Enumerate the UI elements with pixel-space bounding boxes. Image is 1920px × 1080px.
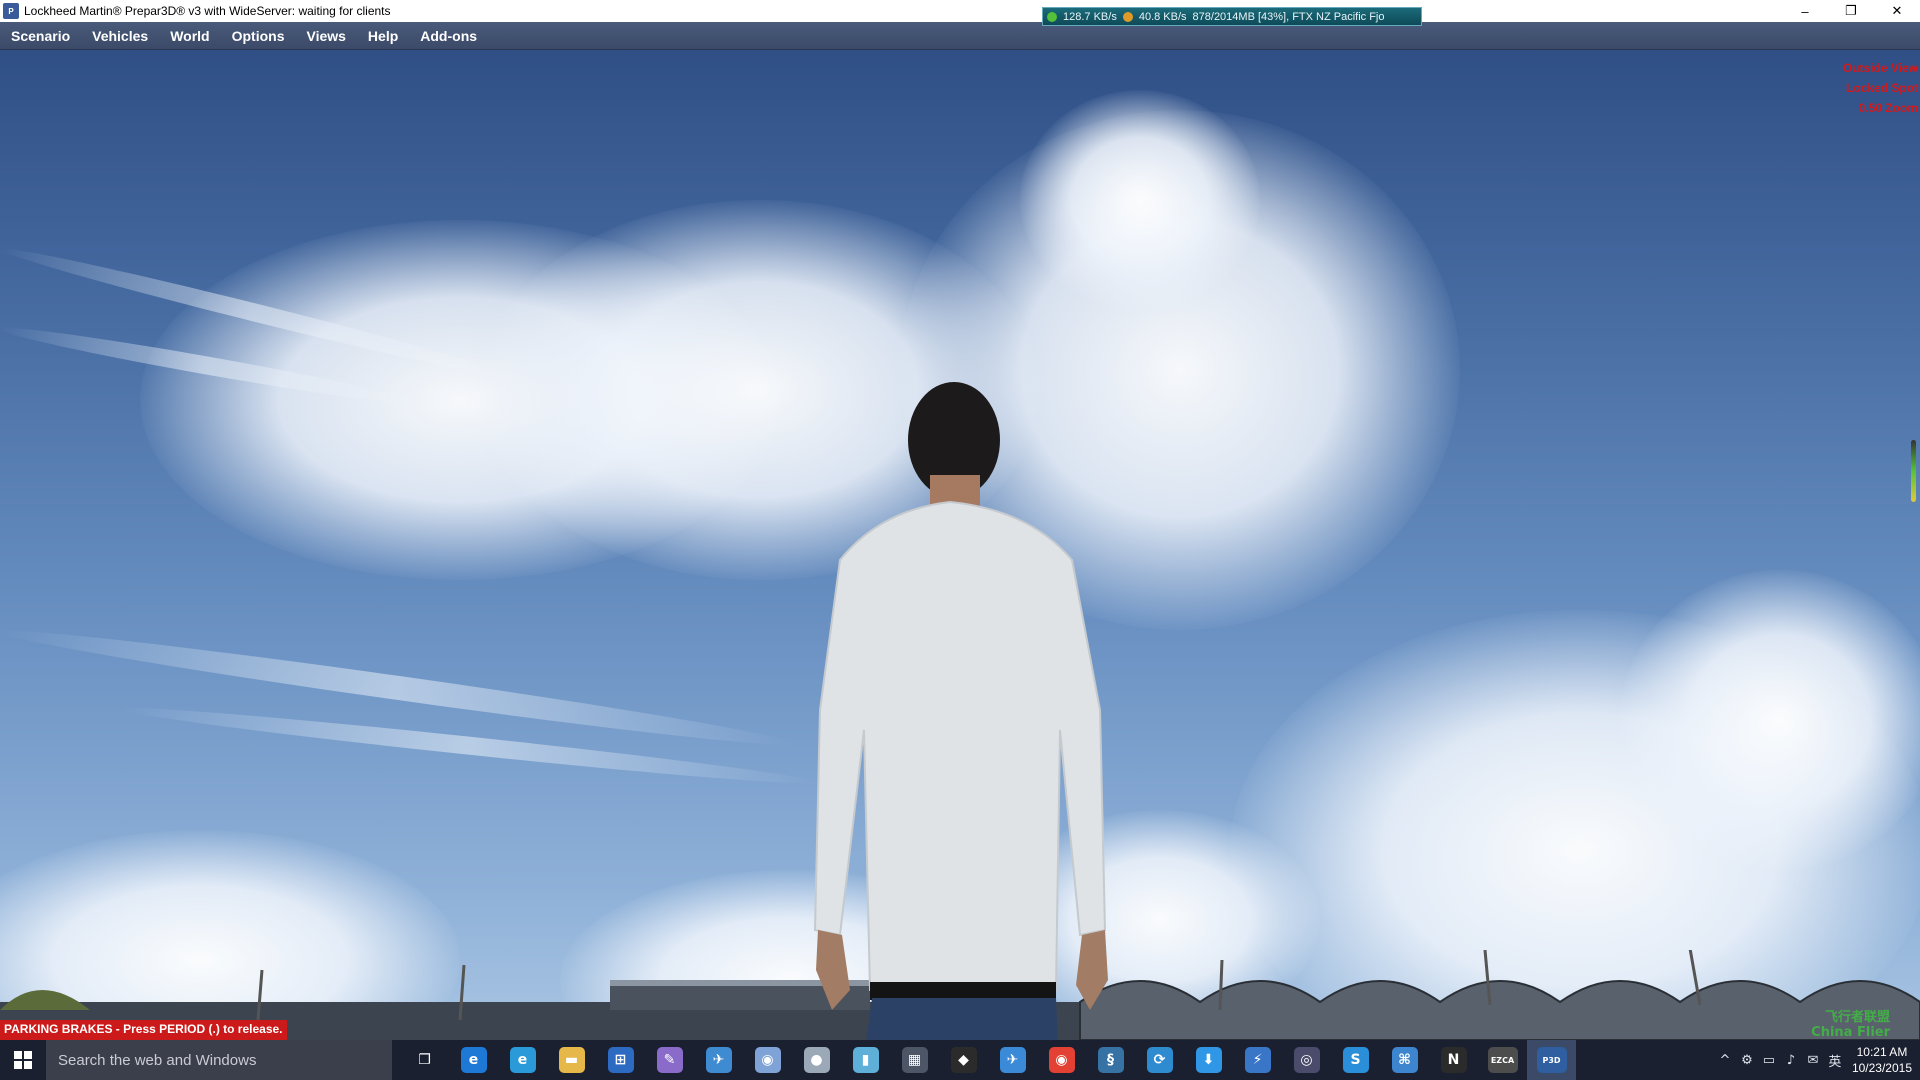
china-flier-watermark: 飞行者联盟 China Flier [1811, 1010, 1890, 1040]
cumulus-cloud [1020, 90, 1260, 310]
view-hud: Outside View Locked Spot 0.50 Zoom [1843, 58, 1918, 118]
tray-volume-icon[interactable]: ♪ [1780, 1053, 1802, 1068]
tray-settings-icon[interactable]: ⚙ [1736, 1053, 1758, 1068]
clock-date: 10/23/2015 [1851, 1061, 1912, 1075]
restore-button[interactable]: ❐ [1828, 0, 1874, 22]
network-status-strip: 128.7 KB/s 40.8 KB/s 878/2014MB [43%], F… [1042, 7, 1422, 26]
start-button[interactable] [0, 1040, 46, 1080]
simulator-viewport[interactable]: Outside View Locked Spot 0.50 Zoom [0, 50, 1920, 1040]
minimize-button[interactable]: – [1782, 0, 1828, 22]
download-speed: 128.7 KB/s [1063, 10, 1117, 23]
taskbar-chrome-button[interactable]: ◉ [1037, 1040, 1086, 1080]
cumulus-cloud [1620, 570, 1920, 870]
taskbar-edge-button[interactable]: e [449, 1040, 498, 1080]
menu-world[interactable]: World [159, 28, 220, 44]
windows-logo-icon [14, 1051, 32, 1069]
python-icon: § [1097, 1047, 1124, 1073]
prepar3d-app-icon[interactable]: P [3, 3, 19, 19]
disc-app-icon: ◎ [1293, 1047, 1320, 1073]
taskbar-file-explorer-button[interactable]: ▬ [547, 1040, 596, 1080]
pilot-avatar [813, 382, 1108, 1040]
search-placeholder: Search the web and Windows [58, 1051, 257, 1069]
status-orange-icon [1122, 11, 1133, 22]
bolt-app-icon: ⚡ [1244, 1047, 1271, 1073]
side-indicator-bar [1911, 440, 1916, 502]
taskbar-task-view-button[interactable]: ❐ [400, 1040, 449, 1080]
system-tray: ^ ⚙ ▭ ♪ ✉ 英 10:21 AM 10/23/2015 [1714, 1040, 1920, 1080]
taskbar-s-app-button[interactable]: S [1331, 1040, 1380, 1080]
file-explorer-icon: ▬ [558, 1047, 585, 1073]
taskbar-download-manager-button[interactable]: ⬇ [1184, 1040, 1233, 1080]
taskbar-calculator-button[interactable]: ▦ [890, 1040, 939, 1080]
flight-app-icon: ✈ [999, 1047, 1026, 1073]
menu-help[interactable]: Help [357, 28, 409, 44]
taskbar-globe-button[interactable]: ● [792, 1040, 841, 1080]
taskbar-flight-app-button[interactable]: ✈ [988, 1040, 1037, 1080]
tray-overflow-icon[interactable]: ^ [1714, 1053, 1736, 1068]
network-app-icon: ⌘ [1391, 1047, 1418, 1073]
globe-icon: ● [803, 1047, 830, 1073]
p3d-icon: P3D [1536, 1047, 1567, 1073]
notepad-n-icon: N [1440, 1047, 1467, 1073]
hud-zoom: 0.50 Zoom [1858, 101, 1918, 115]
watermark-line1: 飞行者联盟 [1824, 1010, 1890, 1025]
taskbar-paint-button[interactable]: ◉ [743, 1040, 792, 1080]
windows-taskbar: Search the web and Windows ❐ e e ▬ ⊞ ✎ ✈ ◉ ● ▮ ▦ ◆ ✈… [0, 1040, 1920, 1080]
taskbar-notepad-n-button[interactable]: N [1429, 1040, 1478, 1080]
ezca-icon: EZCA [1487, 1047, 1518, 1073]
taskbar-store-button[interactable]: ⊞ [596, 1040, 645, 1080]
edge-icon: e [460, 1047, 487, 1073]
taskbar-internet-explorer-button[interactable]: e [498, 1040, 547, 1080]
notebook-icon: ▮ [852, 1047, 879, 1073]
window-title-bar: P Lockheed Martin® Prepar3D® v3 with Wid… [0, 0, 1920, 22]
status-green-icon [1047, 11, 1057, 22]
taskbar-bolt-app-button[interactable]: ⚡ [1233, 1040, 1282, 1080]
taskbar-disc-app-button[interactable]: ◎ [1282, 1040, 1331, 1080]
menu-vehicles[interactable]: Vehicles [81, 28, 159, 44]
menu-addons[interactable]: Add-ons [409, 28, 488, 44]
internet-explorer-icon: e [509, 1047, 536, 1073]
taskbar-sync-button[interactable]: ⟳ [1135, 1040, 1184, 1080]
tray-message-icon[interactable]: ✉ [1802, 1053, 1824, 1068]
menu-options[interactable]: Options [221, 28, 296, 44]
upload-speed: 40.8 KB/s [1138, 10, 1187, 23]
sync-icon: ⟳ [1146, 1047, 1173, 1073]
menu-scenario[interactable]: Scenario [0, 28, 81, 44]
window-controls: – ❐ ✕ [1782, 0, 1920, 22]
hud-camera-mode: Locked Spot [1845, 81, 1918, 95]
paint-icon: ◉ [754, 1047, 781, 1073]
download-manager-icon: ⬇ [1195, 1047, 1222, 1073]
chrome-icon: ◉ [1048, 1047, 1075, 1073]
taskbar-notebook-button[interactable]: ▮ [841, 1040, 890, 1080]
taskbar-python-button[interactable]: § [1086, 1040, 1135, 1080]
taskbar-pen-button[interactable]: ✎ [645, 1040, 694, 1080]
taskbar-apps: ❐ e e ▬ ⊞ ✎ ✈ ◉ ● ▮ ▦ ◆ ✈ ◉ § ⟳ ⬇ ⚡ ◎ S ⌘ N EZCA P3D [400, 1040, 1576, 1080]
search-box[interactable]: Search the web and Windows [46, 1040, 392, 1080]
taskbar-clock[interactable]: 10:21 AM 10/23/2015 [1852, 1044, 1912, 1076]
taskbar-qq-button[interactable]: ◆ [939, 1040, 988, 1080]
parking-brake-message: PARKING BRAKES - Press PERIOD (.) to rel… [0, 1020, 287, 1040]
watermark-line2: China Flier [1811, 1025, 1890, 1040]
store-icon: ⊞ [607, 1047, 634, 1073]
memory-usage: 878/2014MB [43%], FTX NZ Pacific Fjo [1192, 10, 1385, 23]
tray-network-icon[interactable]: ▭ [1758, 1053, 1780, 1068]
close-button[interactable]: ✕ [1874, 0, 1920, 22]
plane-app-icon: ✈ [705, 1047, 732, 1073]
cirrus-streak [119, 700, 818, 792]
s-app-icon: S [1342, 1047, 1369, 1073]
task-view-icon: ❐ [418, 1052, 431, 1068]
menu-views[interactable]: Views [295, 28, 356, 44]
taskbar-p3d-button[interactable]: P3D [1527, 1040, 1576, 1080]
taskbar-network-app-button[interactable]: ⌘ [1380, 1040, 1429, 1080]
hud-view-mode: Outside View [1842, 61, 1918, 75]
clock-time: 10:21 AM [1856, 1045, 1908, 1059]
taskbar-ezca-button[interactable]: EZCA [1478, 1040, 1527, 1080]
pen-icon: ✎ [656, 1047, 683, 1073]
taskbar-plane-app-button[interactable]: ✈ [694, 1040, 743, 1080]
menu-bar: Scenario Vehicles World Options Views He… [0, 22, 1920, 50]
qq-icon: ◆ [950, 1047, 977, 1073]
calculator-icon: ▦ [901, 1047, 928, 1073]
tray-input-language[interactable]: 英 [1824, 1051, 1846, 1070]
window-title: Lockheed Martin® Prepar3D® v3 with WideS… [24, 4, 391, 18]
